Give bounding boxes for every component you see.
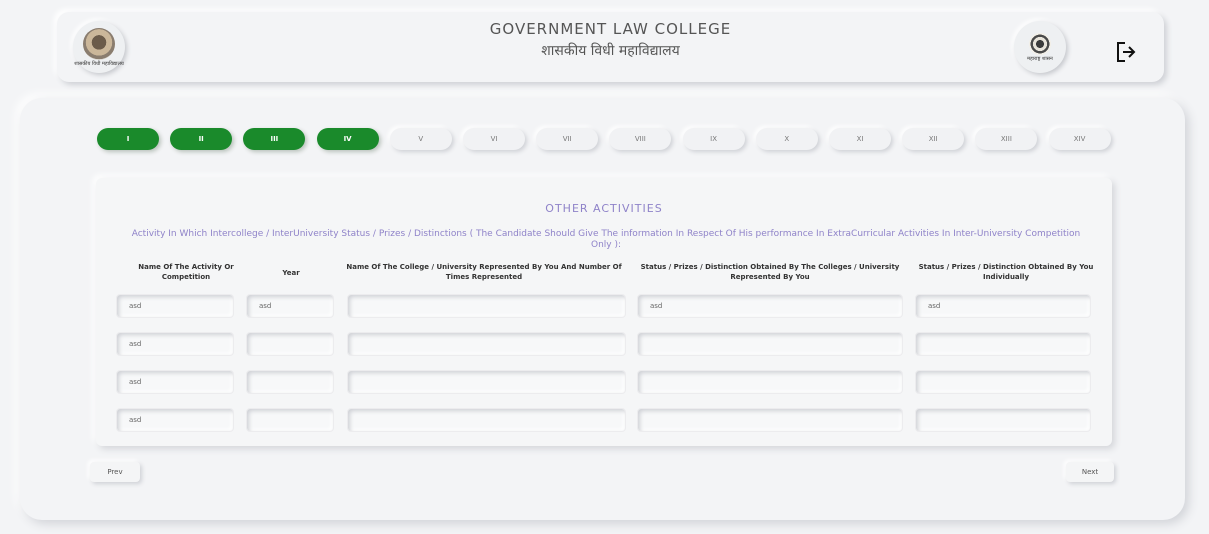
year-input[interactable]	[246, 332, 334, 356]
college-represented-input[interactable]	[347, 370, 626, 394]
college-status-input[interactable]	[637, 332, 903, 356]
individual-status-input[interactable]	[915, 370, 1091, 394]
activity-input[interactable]	[116, 294, 234, 318]
college-represented-input[interactable]	[347, 408, 626, 432]
tab-xiv[interactable]: XIV	[1048, 128, 1111, 150]
tab-ii[interactable]: II	[170, 128, 233, 150]
year-input[interactable]	[246, 370, 334, 394]
tab-ix[interactable]: IX	[682, 128, 745, 150]
college-logo-caption: शासकीय विधी महाविद्यालय	[74, 60, 124, 67]
activity-input[interactable]	[116, 370, 234, 394]
column-header-individual-status: Status / Prizes / Distinction Obtained B…	[918, 263, 1094, 281]
government-emblem-icon	[1029, 32, 1051, 55]
tab-v[interactable]: V	[389, 128, 452, 150]
column-header-year: Year	[282, 269, 300, 277]
column-header-college-represented: Name Of The College / University Represe…	[346, 263, 622, 281]
prev-button[interactable]: Prev	[90, 462, 140, 482]
tab-viii[interactable]: VIII	[609, 128, 672, 150]
form-panel: I II III IV V VI VII VIII IX X XI XII XIII XIV OTHER …	[20, 98, 1185, 520]
tab-xii[interactable]: XII	[902, 128, 965, 150]
tab-x[interactable]: X	[755, 128, 818, 150]
section-title: OTHER ACTIVITIES	[545, 202, 663, 215]
college-status-input[interactable]	[637, 408, 903, 432]
individual-status-input[interactable]	[915, 408, 1091, 432]
year-input[interactable]	[246, 294, 334, 318]
logout-icon[interactable]	[1116, 41, 1136, 63]
college-name-hindi: शासकीय विधी महाविद्यालय	[541, 43, 680, 59]
tab-iii[interactable]: III	[243, 128, 306, 150]
section-description: Activity In Which Intercollege / InterUn…	[131, 229, 1081, 250]
tab-vi[interactable]: VI	[463, 128, 525, 150]
college-name-english: GOVERNMENT LAW COLLEGE	[489, 20, 732, 38]
college-status-input[interactable]	[637, 370, 903, 394]
individual-status-input[interactable]	[915, 332, 1091, 356]
college-represented-input[interactable]	[347, 332, 626, 356]
tab-xiii[interactable]: XIII	[975, 128, 1038, 150]
tab-vii[interactable]: VII	[536, 128, 599, 150]
tab-xi[interactable]: XI	[829, 128, 891, 150]
app-header: शासकीय विधी महाविद्यालय GOVERNMENT LAW C…	[57, 12, 1164, 82]
other-activities-card: OTHER ACTIVITIES Activity In Which Inter…	[96, 178, 1112, 446]
government-logo: महाराष्ट्र शासन	[1014, 21, 1066, 73]
year-input[interactable]	[246, 408, 334, 432]
next-button[interactable]: Next	[1066, 462, 1114, 482]
individual-status-input[interactable]	[915, 294, 1091, 318]
column-header-activity: Name Of The Activity Or Competition	[138, 263, 234, 281]
step-tabs: I II III IV V VI VII VIII IX X XI XII XIII XIV	[97, 128, 1117, 150]
activity-input[interactable]	[116, 408, 234, 432]
college-status-input[interactable]	[637, 294, 903, 318]
tab-iv[interactable]: IV	[316, 128, 379, 150]
tab-i[interactable]: I	[97, 128, 159, 150]
college-represented-input[interactable]	[347, 294, 626, 318]
government-logo-caption: महाराष्ट्र शासन	[1027, 55, 1053, 62]
activity-input[interactable]	[116, 332, 234, 356]
column-header-college-status: Status / Prizes / Distinction Obtained B…	[640, 263, 900, 281]
